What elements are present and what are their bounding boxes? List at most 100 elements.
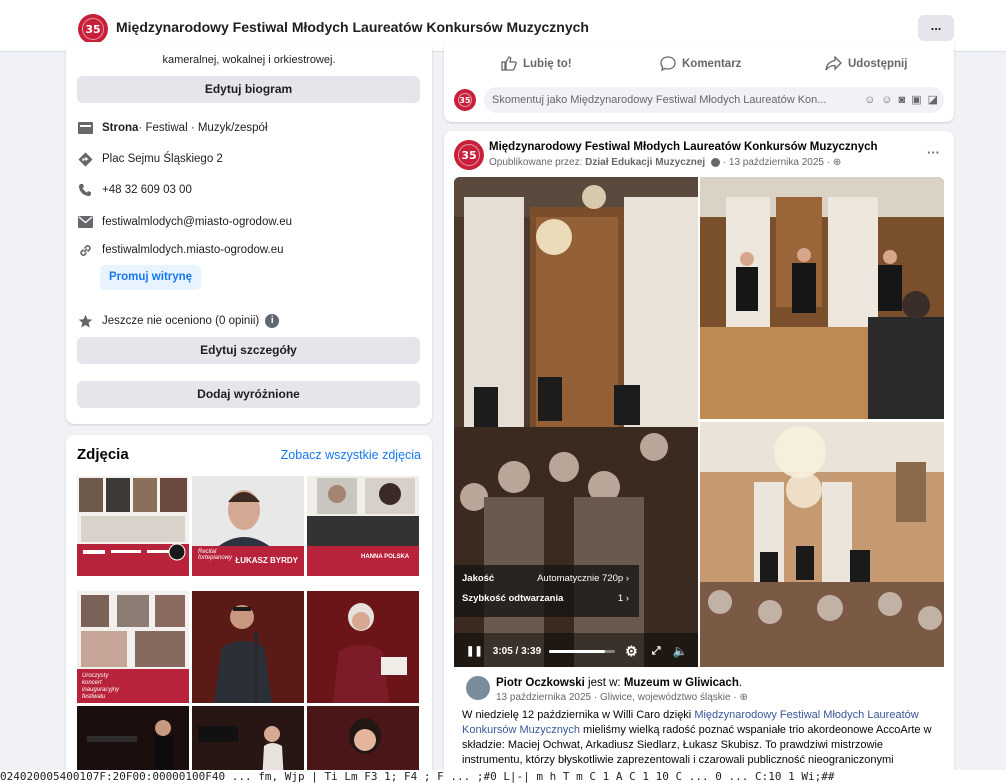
photo-thumb-2[interactable]: ŁUKASZ BYRDY Recital fortepianowy — [192, 476, 304, 588]
thumb-2-sub: Recital fortepianowy — [198, 549, 233, 561]
post-photo-2[interactable] — [700, 422, 944, 667]
email-row[interactable]: festiwalmlodych@miasto-ogrodow.eu — [77, 212, 292, 232]
video-progress-track[interactable] — [549, 649, 616, 653]
post-author-name[interactable]: Międzynarodowy Festiwal Młodych Laureató… — [489, 141, 878, 153]
gif-icon[interactable]: ▣ — [911, 87, 921, 113]
globe-icon: ⊕ — [832, 157, 842, 168]
bio-text: kameralnej, wokalnej i orkiestrowej. — [162, 54, 336, 66]
page-logo[interactable]: 35 — [78, 14, 108, 44]
phone-text: +48 32 609 03 00 — [102, 184, 192, 196]
share-button[interactable]: Udostępnij — [825, 56, 907, 71]
phone-icon — [77, 182, 93, 198]
volume-icon[interactable]: 🔈 — [673, 644, 688, 658]
post-photo-1[interactable] — [700, 177, 944, 419]
settings-gear-icon[interactable]: ⚙ — [625, 643, 638, 660]
shared-author-avatar[interactable] — [466, 676, 490, 700]
website-text: festiwalmlodych.miasto-ogrodow.eu — [102, 244, 284, 256]
add-featured-button[interactable]: Dodaj wyróżnione — [77, 381, 420, 408]
mail-icon — [77, 214, 93, 230]
fullscreen-icon[interactable]: ⤢ — [652, 645, 661, 658]
post-body-text: W niedzielę 12 października w Willi Caro… — [462, 708, 938, 768]
shared-mid-text: jest w: — [584, 677, 624, 689]
photo-thumb-3[interactable]: HANNA POLSKA — [307, 476, 419, 588]
address-row[interactable]: Plac Sejmu Śląskiego 2 — [77, 149, 223, 169]
rating-row: Jeszcze nie oceniono (0 opinii) i — [77, 311, 280, 331]
bottom-overlay-text: 024020005400107F:20F00:00000100F40 ... f… — [0, 770, 1006, 783]
comment-button[interactable]: Komentarz — [660, 56, 741, 71]
photos-title: Zdjęcia — [77, 446, 129, 463]
video-time: 3:05 / 3:39 — [492, 645, 542, 657]
shared-author-line: Piotr Oczkowski jest w: Muzeum w Gliwica… — [496, 677, 743, 689]
shared-author-name[interactable]: Piotr Oczkowski — [496, 677, 585, 689]
intro-card: kameralnej, wokalnej i orkiestrowej. Edy… — [66, 42, 432, 424]
published-by-prefix: Opublikowane przez: — [489, 157, 586, 168]
like-button[interactable]: Lubię to! — [501, 56, 572, 71]
page-title[interactable]: Międzynarodowy Festiwal Młodych Laureató… — [116, 19, 589, 35]
post-video[interactable]: Jakość Automatycznie 720p › Szybkość odt… — [454, 177, 698, 667]
star-icon — [77, 313, 93, 329]
category-row: Strona · Festiwal · Muzyk/zespół — [77, 118, 268, 138]
comment-input[interactable]: Skomentuj jako Międzynarodowy Festiwal M… — [484, 87, 944, 113]
video-progress-fill — [549, 649, 605, 653]
edit-bio-button[interactable]: Edytuj biogram — [77, 76, 420, 103]
help-icon[interactable] — [711, 157, 720, 167]
comment-icon — [660, 56, 676, 71]
flag-icon — [77, 120, 93, 136]
camera-icon[interactable]: ◙ — [899, 87, 906, 113]
quality-row[interactable]: Jakość Automatycznie 720p › — [462, 569, 629, 587]
post-meta: Opublikowane przez: Dział Edukacji Muzyc… — [489, 157, 841, 168]
see-all-photos-link[interactable]: Zobacz wszystkie zdjęcia — [281, 448, 421, 462]
rating-text: Jeszcze nie oceniono (0 opinii) — [102, 315, 260, 327]
directions-icon — [77, 151, 93, 167]
website-row[interactable]: festiwalmlodych.miasto-ogrodow.eu — [77, 240, 284, 260]
address-text: Plac Sejmu Śląskiego 2 — [102, 153, 223, 165]
shared-meta: 13 października 2025 · Gliwice, wojewódz… — [496, 692, 748, 703]
post-author-avatar[interactable]: 35 — [454, 140, 484, 170]
pause-icon[interactable]: ❚❚ — [466, 646, 483, 657]
shared-meta-text[interactable]: 13 października 2025 · Gliwice, wojewódz… — [496, 692, 737, 703]
category-type: Strona — [102, 122, 139, 134]
more-options-button[interactable]: ... — [918, 15, 954, 41]
thumb-3-caption: HANNA POLSKA — [361, 554, 410, 560]
sticker-icon[interactable]: ◪ — [928, 87, 938, 113]
photo-thumb-1[interactable] — [77, 476, 189, 588]
share-label: Udostępnij — [848, 57, 908, 70]
comment-label: Komentarz — [682, 57, 742, 70]
post-more-button[interactable]: ··· — [927, 145, 940, 160]
like-label: Lubię to! — [523, 57, 572, 70]
phone-row[interactable]: +48 32 609 03 00 — [77, 180, 192, 200]
comment-placeholder: Skomentuj jako Międzynarodowy Festiwal M… — [492, 94, 827, 106]
post-card: 35 Międzynarodowy Festiwal Młodych Laure… — [444, 131, 954, 783]
thumb-4-caption: Uroczysty koncert inauguracyjny festiwal… — [82, 673, 120, 700]
info-icon[interactable]: i — [265, 314, 280, 328]
photo-thumb-5[interactable] — [192, 591, 304, 703]
photos-card: Zdjęcia Zobacz wszystkie zdjęcia ŁUKASZ … — [66, 435, 432, 783]
share-icon — [825, 56, 842, 71]
avatar-sticker-icon[interactable]: ☺ — [864, 87, 875, 113]
email-text: festiwalmlodych@miasto-ogrodow.eu — [102, 216, 293, 228]
post-text-part-1: W niedzielę 12 października w Willi Caro… — [462, 709, 695, 721]
video-controls: ❚❚ 3:05 / 3:39 ⚙ ⤢ 🔈 — [454, 635, 698, 667]
quality-value: Automatycznie 720p — [537, 572, 624, 584]
globe-icon: ⊕ — [739, 692, 748, 703]
post-date[interactable]: · 13 października 2025 · — [723, 157, 830, 168]
like-icon — [501, 56, 517, 71]
shared-place-link[interactable]: Muzeum w Gliwicach — [624, 677, 739, 689]
speed-label: Szybkość odtwarzania — [462, 592, 564, 604]
photo-thumb-6[interactable] — [307, 591, 419, 703]
speed-row[interactable]: Szybkość odtwarzania 1 › — [462, 589, 629, 607]
commenter-avatar: 35 — [454, 89, 476, 111]
thumb-2-caption: ŁUKASZ BYRDY — [235, 556, 298, 565]
speed-value: 1 — [617, 592, 624, 604]
link-icon — [77, 242, 93, 258]
quality-label: Jakość — [462, 572, 495, 584]
edit-details-button[interactable]: Edytuj szczegóły — [77, 337, 420, 364]
published-by-name[interactable]: Dział Edukacji Muzycznej — [585, 157, 705, 168]
promote-website-button[interactable]: Promuj witrynę — [100, 265, 202, 290]
previous-post-footer: Lubię to! Komentarz Udostępnij 35 Skomen… — [444, 42, 954, 122]
photo-thumb-4[interactable]: Uroczysty koncert inauguracyjny festiwal… — [77, 591, 189, 703]
video-settings-menu: Jakość Automatycznie 720p › Szybkość odt… — [454, 565, 639, 617]
emoji-icon[interactable]: ☺ — [881, 87, 892, 113]
comment-tools: ☺ ☺ ◙ ▣ ◪ — [864, 87, 938, 113]
category-text: · Festiwal · Muzyk/zespół — [138, 122, 268, 134]
